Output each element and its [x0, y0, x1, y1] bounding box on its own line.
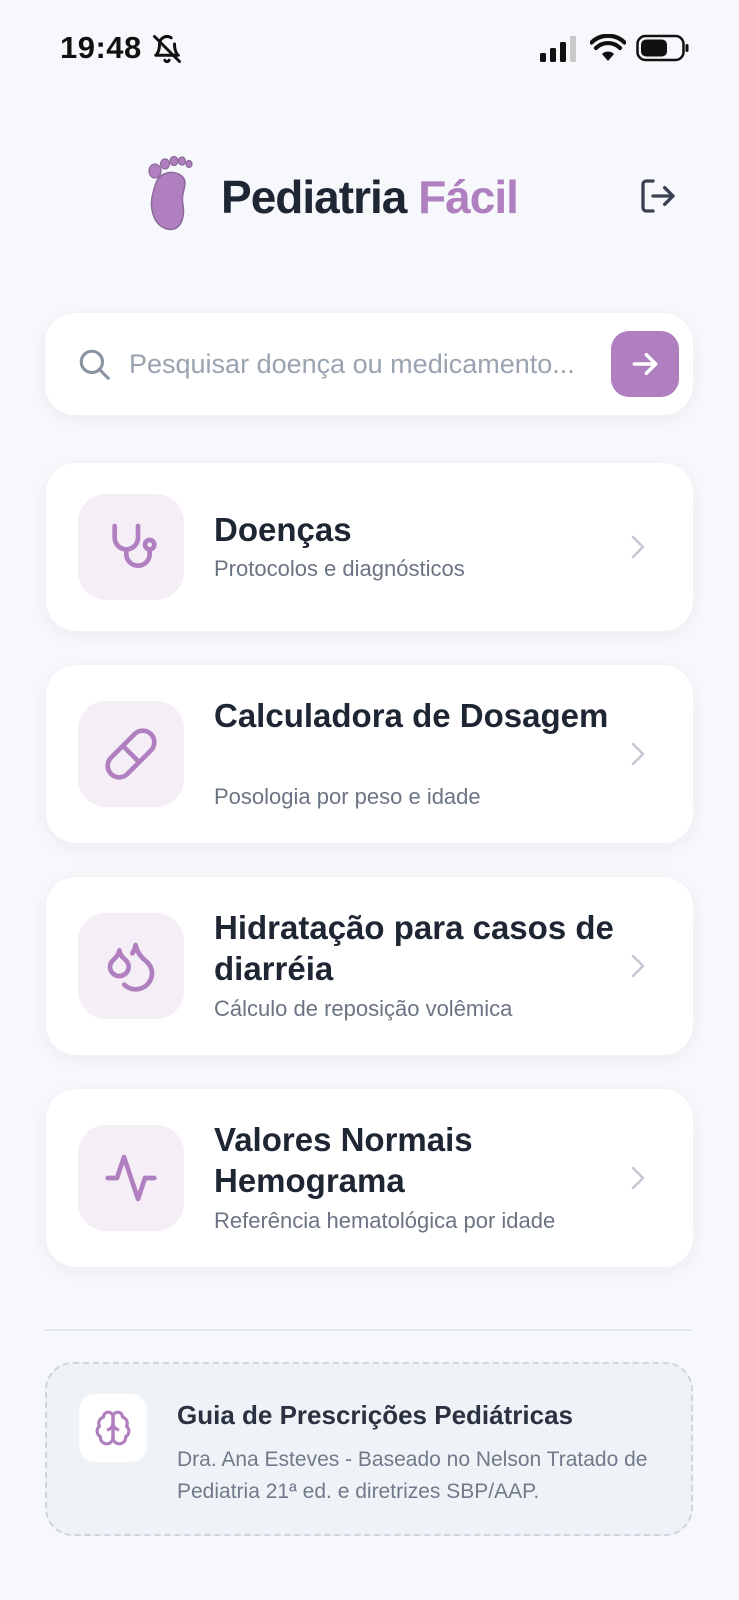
card-subtitle: Referência hematológica por idade: [214, 1208, 556, 1233]
search-icon: [79, 349, 110, 380]
app-header: Pediatria Fácil: [0, 140, 739, 250]
guide-box: Guia de Prescrições Pediátricas Dra. Ana…: [45, 1362, 693, 1536]
search-submit-button[interactable]: [611, 331, 679, 397]
chevron-right-icon: [631, 742, 645, 766]
card-icon-box: [78, 494, 184, 600]
card-icon-box: [78, 913, 184, 1019]
pill-icon: [105, 728, 157, 780]
logout-button[interactable]: [638, 176, 678, 216]
card-subtitle: Cálculo de reposição volêmica: [214, 996, 513, 1021]
guide-description: Dra. Ana Esteves - Baseado no Nelson Tra…: [177, 1448, 648, 1503]
card-icon-box: [78, 701, 184, 807]
app-title: Pediatria Fácil: [0, 170, 739, 224]
signal-icon: [540, 36, 576, 62]
app-title-main: Pediatria: [221, 171, 407, 223]
arrow-right-icon: [632, 352, 658, 376]
card-title: Calculadora de Dosagem: [214, 697, 609, 734]
menu-card-doencas[interactable]: Doenças Protocolos e diagnósticos: [46, 463, 693, 631]
stethoscope-icon: [112, 523, 157, 568]
chevron-right-icon: [631, 1166, 645, 1190]
wifi-icon: [590, 34, 626, 61]
card-subtitle: Posologia por peso e idade: [214, 784, 481, 809]
card-title: Hidratação para casos de diarréia: [214, 909, 614, 987]
menu-card-hemograma[interactable]: Valores Normais Hemograma Referência hem…: [46, 1089, 693, 1267]
status-bar: 19:48: [0, 0, 739, 98]
app-title-accent: Fácil: [418, 171, 519, 223]
guide-icon-box: [79, 1394, 147, 1462]
brain-icon: [95, 1410, 131, 1446]
logout-icon: [641, 179, 675, 213]
menu-card-hidratacao[interactable]: Hidratação para casos de diarréia Cálcul…: [46, 877, 693, 1055]
chevron-right-icon: [631, 954, 645, 978]
search-input[interactable]: [129, 339, 639, 389]
menu-card-calculadora[interactable]: Calculadora de Dosagem Posologia por pes…: [46, 665, 693, 843]
bell-off-icon: [153, 35, 181, 64]
guide-title: Guia de Prescrições Pediátricas: [177, 1400, 573, 1430]
activity-icon: [105, 1154, 157, 1202]
divider: [45, 1329, 693, 1331]
card-icon-box: [78, 1125, 184, 1231]
status-time: 19:48: [60, 30, 142, 65]
droplets-icon: [107, 942, 155, 992]
chevron-right-icon: [631, 535, 645, 559]
search-bar: [45, 313, 693, 415]
card-title: Doenças: [214, 511, 352, 548]
card-title: Valores Normais Hemograma: [214, 1121, 473, 1199]
battery-icon: [636, 34, 689, 62]
card-subtitle: Protocolos e diagnósticos: [214, 556, 465, 581]
